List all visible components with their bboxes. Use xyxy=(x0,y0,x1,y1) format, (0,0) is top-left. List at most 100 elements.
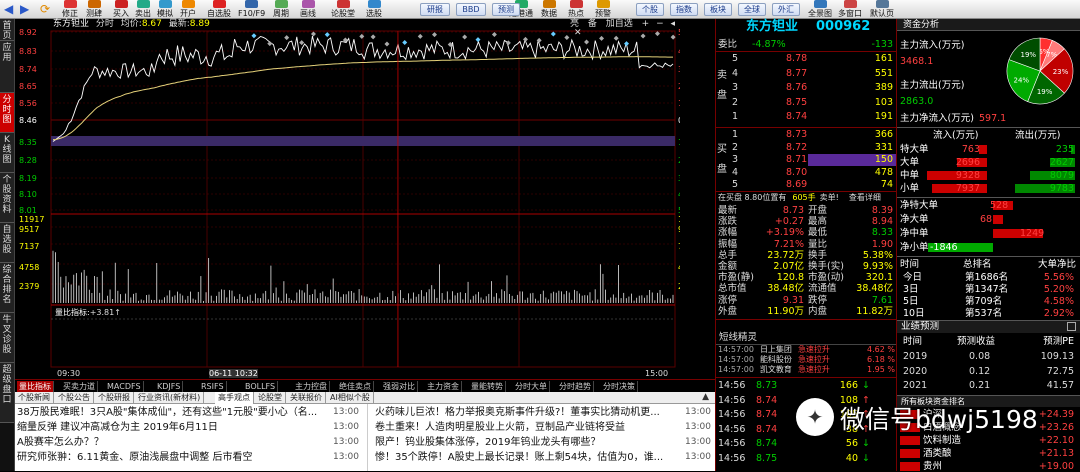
news-item[interactable]: 缩量反弹 建议冲高减仓为主 2019年6月11日 xyxy=(17,420,327,435)
toolbar-button-7[interactable]: 外汇 xyxy=(772,3,800,16)
indicator-tab-1[interactable]: 买卖力道 xyxy=(61,381,98,392)
toolbar-item-15[interactable]: 预警 xyxy=(595,0,611,19)
forward-arrow-icon[interactable]: ▶ xyxy=(20,2,30,16)
plus-icon[interactable]: + xyxy=(642,19,650,29)
side-tab-3[interactable]: K线图 xyxy=(0,133,14,173)
toolbar-item-17[interactable]: 多窗口 xyxy=(838,0,862,19)
indicator-tab-2[interactable]: MACDFS xyxy=(105,381,144,392)
toolbar-button-2[interactable]: 预测 xyxy=(492,3,520,16)
forecast-year: 2020 xyxy=(903,365,928,377)
toolbar-item-7[interactable]: F10/F9 xyxy=(238,0,265,19)
forecast-head-pe: 预测PE xyxy=(1043,336,1074,347)
tick-time: 14:56 xyxy=(718,394,746,406)
toolbar-item-18[interactable]: 默认页 xyxy=(870,0,894,19)
y-left-tick: 8.56 xyxy=(19,99,37,108)
short-row[interactable]: 14:57:00 日上集团 急速拉升 4.62 % xyxy=(718,345,896,355)
stat-value2: 11.82万 xyxy=(856,305,893,317)
news-tab-1[interactable]: 个股公告 xyxy=(55,392,94,404)
order-alert-detail-link[interactable]: 查看详细 xyxy=(849,193,881,202)
toolbar-button-5[interactable]: 板块 xyxy=(704,3,732,16)
rank-time: 10日 xyxy=(903,308,925,319)
news-tab-2[interactable]: 个股研报 xyxy=(95,392,134,404)
indicator-tab-13[interactable]: 分时决策 xyxy=(601,381,638,392)
news-tab-3[interactable]: 行业资讯(新材料) xyxy=(135,392,205,404)
buy-level: 3 xyxy=(732,154,739,165)
toolbar-item-8[interactable]: 周期 xyxy=(273,0,289,19)
toolbar-button-6[interactable]: 全球 xyxy=(738,3,766,16)
toolbar-item-13[interactable]: 数据 xyxy=(541,0,557,19)
side-tab-6[interactable]: 综合排名 xyxy=(0,263,14,313)
toolbar-item-6[interactable]: 自选股 xyxy=(207,0,231,19)
sector-value: +23.26 xyxy=(1038,422,1074,433)
tick-price: 8.75 xyxy=(756,452,778,464)
short-row[interactable]: 14:57:00 凯文教育 急速拉升 1.95 % xyxy=(718,365,896,375)
y-right-tick: 5.40% xyxy=(678,206,680,215)
forecast-more-icon[interactable] xyxy=(1067,322,1076,331)
side-tab-4[interactable]: 个股资料 xyxy=(0,173,14,223)
news-more-icon[interactable]: ▲ xyxy=(702,392,709,402)
short-name: 日上集团 xyxy=(759,345,792,354)
toolbar-item-10[interactable]: 论股堂 xyxy=(331,0,355,19)
news-item[interactable]: A股赛牢怎么办？？ xyxy=(17,435,327,450)
side-tab-8[interactable]: 超级盘口 xyxy=(0,363,14,423)
short-row[interactable]: 14:57:00 能科股份 急速拉升 6.18 % xyxy=(718,355,896,365)
indicator-tab-8[interactable]: 强弱对比 xyxy=(381,381,418,392)
flow-in-value: 2696 xyxy=(955,157,980,168)
close-icon[interactable]: ✕ xyxy=(574,28,582,38)
toolbar-button-3[interactable]: 个股 xyxy=(636,3,664,16)
news-tab-6[interactable]: 关联报价 xyxy=(287,392,326,404)
indicator-tab-6[interactable]: 主力控盘 xyxy=(293,381,330,392)
indicator-tab-7[interactable]: 绝佳卖点 xyxy=(337,381,374,392)
minus-icon[interactable]: − xyxy=(656,19,664,29)
toolbar-item-14[interactable]: 热点 xyxy=(568,0,584,19)
toolbar-item-icon xyxy=(813,0,827,8)
news-tab-4[interactable]: 高手观点 xyxy=(215,392,254,404)
sell-level: 2 xyxy=(732,96,739,108)
side-tab-1[interactable]: 应用 xyxy=(0,41,14,93)
news-item[interactable]: 惨！35个跌停！A股史上最长记录！账上剩54块，估值为0，谁... xyxy=(375,450,675,465)
buy-price: 8.72 xyxy=(786,141,808,153)
news-item[interactable]: 38万股民难眠！3只A股"集体成仙"，还有这些"1元股"要小心（名... xyxy=(17,405,327,420)
toolbar-item-9[interactable]: 画线 xyxy=(300,0,316,19)
backup-button[interactable]: 备 xyxy=(588,19,597,29)
side-tab-0[interactable]: 首页 xyxy=(0,19,14,41)
indicator-tab-0[interactable]: 量比指标 xyxy=(17,381,54,392)
news-item[interactable]: 卷土重来！人造肉明星股业上火箭，豆制品产业链将受益 xyxy=(375,420,675,435)
toolbar-button-4[interactable]: 指数 xyxy=(670,3,698,16)
stat-value2: 8.33 xyxy=(871,227,893,239)
refresh-icon[interactable]: ⟳ xyxy=(40,2,52,16)
intraday-chart[interactable]: 8.92 8.83 8.74 8.65 8.56 8.46 8.35 8.28 8.19 8.10… xyxy=(15,19,704,379)
side-tab-5[interactable]: 自选股 xyxy=(0,223,14,263)
toolbar-item-5[interactable]: 开户 xyxy=(180,0,196,19)
news-tab-7[interactable]: AI相似个股 xyxy=(327,392,374,404)
order-alert[interactable]: 在买盘 8.80位置有 605手 卖单! 查看详细 xyxy=(718,192,881,203)
toolbar-item-4[interactable]: 模拟 xyxy=(157,0,173,19)
toolbar-button-0[interactable]: 研报 xyxy=(420,3,450,16)
indicator-tab-9[interactable]: 主力资金 xyxy=(425,381,462,392)
indicator-tab-12[interactable]: 分时趋势 xyxy=(557,381,594,392)
indicator-tab-4[interactable]: RSIFS xyxy=(199,381,227,392)
indicator-tab-10[interactable]: 量能转势 xyxy=(469,381,506,392)
side-tab-2[interactable]: 分时图 xyxy=(0,93,14,133)
toolbar-item-2[interactable]: 买入 xyxy=(113,0,129,19)
side-tab-7[interactable]: 牛叉诊股 xyxy=(0,313,14,363)
news-item[interactable]: 研究师张翀：6.11黄金、原油浅晨盘中调整 后市看空 xyxy=(17,450,327,465)
toolbar-item-3[interactable]: 卖出 xyxy=(135,0,151,19)
toolbar-item-1[interactable]: 测肆 xyxy=(86,0,102,19)
back-arrow-icon[interactable]: ◀ xyxy=(4,2,14,16)
indicator-tab-11[interactable]: 分时大单 xyxy=(513,381,550,392)
add-watchlist-button[interactable]: 加自选 xyxy=(606,19,633,29)
indicator-tab-5[interactable]: BOLLFS xyxy=(243,381,279,392)
news-tab-0[interactable]: 个股新闻 xyxy=(15,392,54,404)
window-icon[interactable]: ◂ xyxy=(671,19,676,29)
toolbar-button-1[interactable]: BBD xyxy=(456,3,486,16)
news-item[interactable]: 火药味儿巨浓！格力举报奥克斯事件升级?！董事实比猜动机更... xyxy=(375,405,675,420)
buy-volume: 150 xyxy=(874,154,893,165)
news-tab-5[interactable]: 论股堂 xyxy=(255,392,286,404)
toolbar-item-0[interactable]: 修正 xyxy=(62,0,78,19)
news-item[interactable]: 限产！钨业股集体涨停，2019年钨业龙头有哪些？ xyxy=(375,435,675,450)
toolbar-item-11[interactable]: 选股 xyxy=(366,0,382,19)
toolbar-item-16[interactable]: 全景图 xyxy=(808,0,832,19)
indicator-tab-3[interactable]: KDJFS xyxy=(155,381,184,392)
vol-left-tick: 4758 xyxy=(19,263,39,272)
